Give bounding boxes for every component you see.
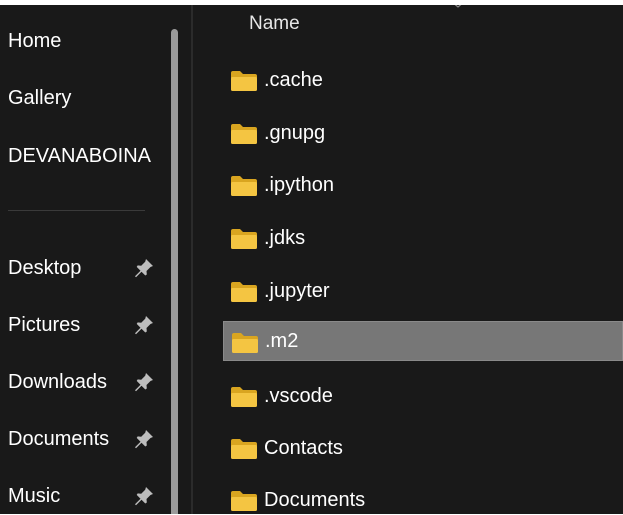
file-name: .gnupg [264,121,326,144]
folder-icon [231,439,257,459]
file-name: .ipython [264,173,335,196]
pin-icon[interactable] [133,314,155,336]
file-name: .vscode [264,384,333,407]
nav-item-label: Music [8,484,61,507]
nav-item-home[interactable]: Home [0,21,165,61]
file-row[interactable]: Documents [223,480,623,514]
nav-divider [8,210,145,211]
folder-icon [231,229,257,249]
nav-scrollbar-thumb[interactable] [171,29,178,514]
file-name: Documents [264,488,366,511]
file-name: .m2 [265,329,299,352]
file-name: Contacts [264,436,343,459]
nav-item-gallery[interactable]: Gallery [0,78,165,118]
file-row[interactable]: .ipython [223,165,623,205]
nav-item-documents[interactable]: Documents [0,419,165,459]
file-row[interactable]: Contacts [223,428,623,468]
file-explorer-window: Home Gallery DEVANABOINA Desktop Picture… [0,5,623,514]
nav-item-label: DEVANABOINA [8,144,151,167]
file-name: .jdks [264,226,306,249]
nav-item-label: Home [8,29,62,52]
pin-icon[interactable] [133,428,155,450]
pin-icon[interactable] [133,257,155,279]
nav-item-label: Documents [8,427,110,450]
file-name: .cache [264,68,323,91]
folder-icon [231,387,257,407]
nav-item-music[interactable]: Music [0,476,165,514]
file-row[interactable]: .gnupg [223,113,623,153]
folder-icon [231,491,257,511]
file-row[interactable]: .vscode [223,376,623,416]
pin-icon[interactable] [133,371,155,393]
folder-icon [231,71,257,91]
nav-item-pictures[interactable]: Pictures [0,305,165,345]
sort-indicator-icon [454,5,462,8]
nav-item-desktop[interactable]: Desktop [0,248,165,288]
nav-item-label: Downloads [8,370,107,393]
folder-icon [232,333,258,353]
nav-item-label: Pictures [8,313,81,336]
file-row[interactable]: .cache [223,60,623,100]
file-name: .jupyter [264,279,330,302]
nav-item-downloads[interactable]: Downloads [0,362,165,402]
file-list: Name .cache .gnupg .ipython .jdks .jupyt… [193,5,623,514]
file-row[interactable]: .jupyter [223,271,623,311]
nav-item-label: Desktop [8,256,82,279]
nav-scrollbar[interactable] [171,5,179,514]
file-row-selected[interactable]: .m2 [223,321,623,361]
nav-item-this-pc[interactable]: DEVANABOINA [0,136,165,176]
nav-item-label: Gallery [8,86,72,109]
folder-icon [231,124,257,144]
column-header-name[interactable]: Name [249,13,300,35]
navigation-pane: Home Gallery DEVANABOINA Desktop Picture… [0,5,192,514]
folder-icon [231,282,257,302]
pin-icon[interactable] [133,485,155,507]
file-row[interactable]: .jdks [223,218,623,258]
folder-icon [231,176,257,196]
